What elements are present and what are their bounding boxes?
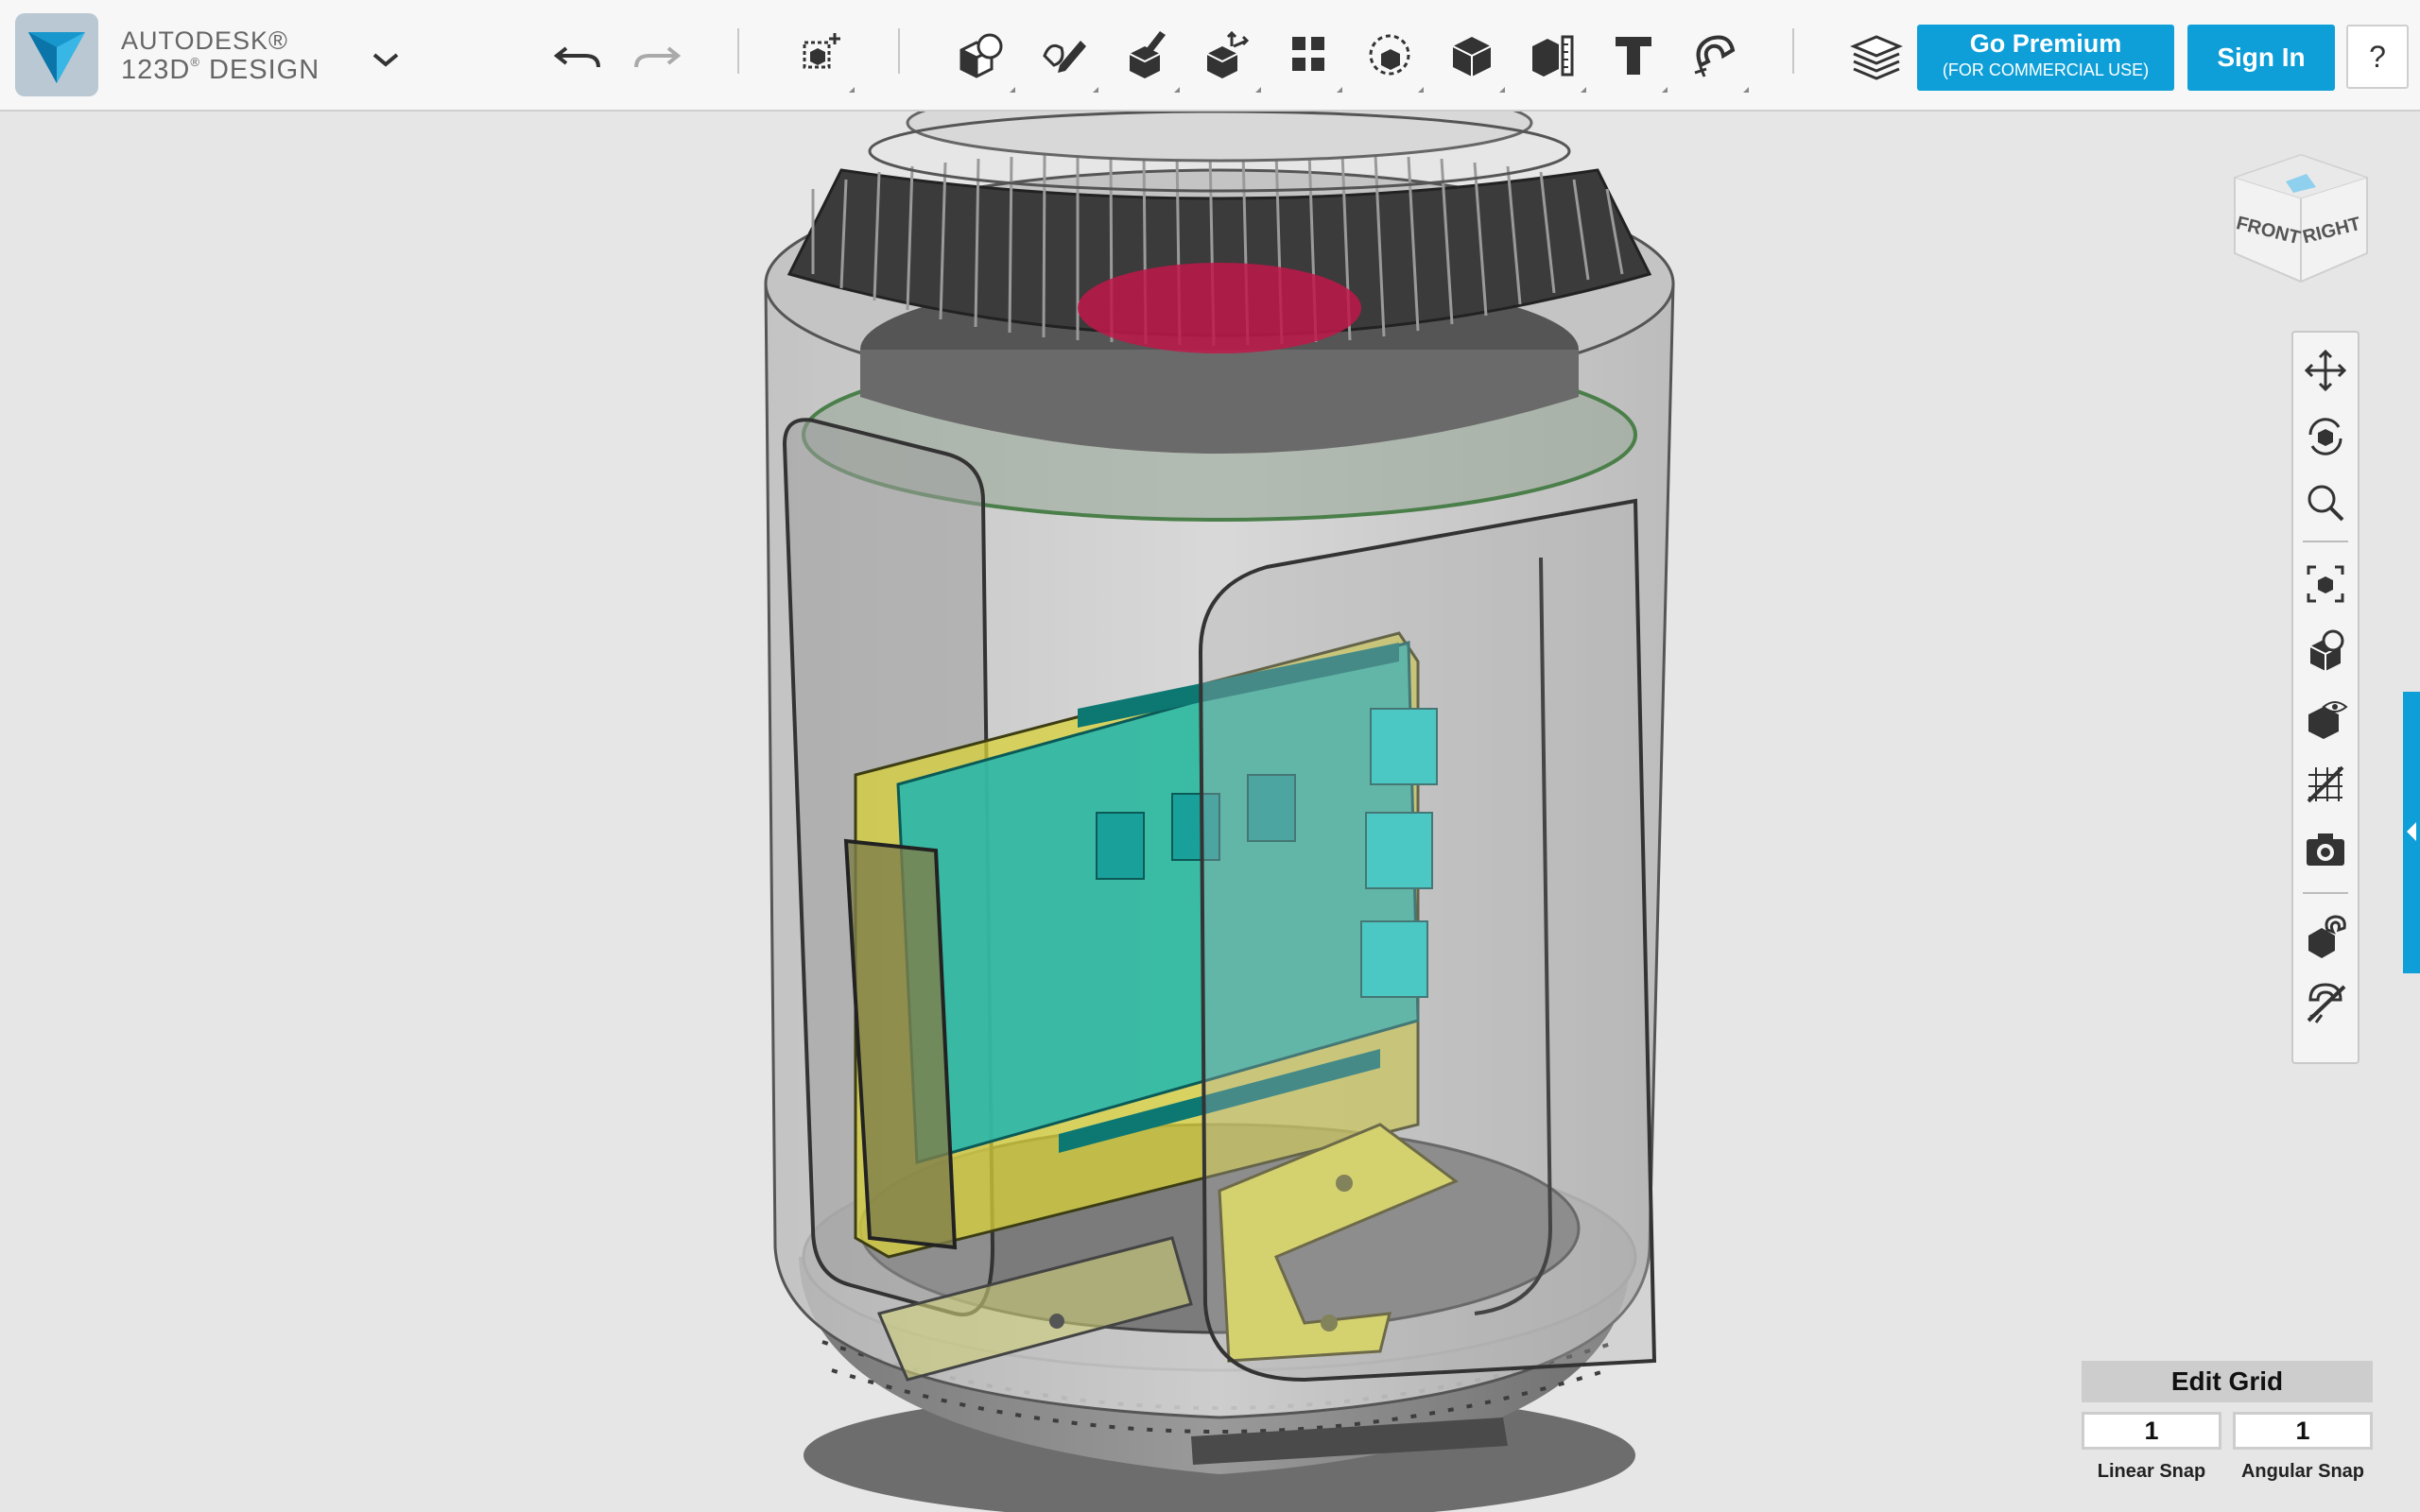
sign-in-button[interactable]: Sign In [2187, 25, 2335, 91]
pattern-icon[interactable] [1274, 21, 1342, 93]
linear-snap-input[interactable]: 1 [2082, 1412, 2221, 1450]
model-canvas[interactable] [0, 112, 2420, 1512]
primitives-icon[interactable] [947, 21, 1015, 93]
expand-panel-arrow-icon[interactable] [2407, 822, 2416, 841]
view-cube[interactable]: FRONT RIGHT [2225, 149, 2377, 291]
fit-icon[interactable] [2301, 559, 2350, 609]
materials-icon[interactable] [1841, 21, 1910, 89]
help-button[interactable]: ? [2346, 25, 2409, 89]
material-snap-icon[interactable] [2301, 911, 2350, 960]
undo-icon[interactable] [544, 21, 613, 89]
transform-icon[interactable] [786, 21, 855, 93]
toolbar-divider [898, 28, 900, 74]
snap-icon[interactable] [1681, 21, 1749, 93]
angular-snap-label: Angular Snap [2240, 1461, 2364, 1482]
go-premium-label: Go Premium [1969, 29, 2122, 58]
sketch-icon[interactable] [1030, 21, 1098, 93]
modify-icon[interactable] [1193, 21, 1261, 93]
brand-product-suffix: DESIGN [199, 55, 320, 85]
toolbar-divider [1792, 28, 1794, 74]
redo-icon [622, 21, 690, 89]
angular-snap-input[interactable]: 1 [2233, 1412, 2373, 1450]
brand-product-name: 123D [121, 55, 191, 85]
grouping-icon[interactable] [1356, 21, 1424, 93]
pan-icon[interactable] [2301, 346, 2350, 395]
measure-icon[interactable] [1518, 21, 1586, 93]
zoom-icon[interactable] [2301, 478, 2350, 527]
views-icon[interactable] [2301, 626, 2350, 675]
visibility-icon[interactable] [2301, 692, 2350, 741]
orbit-icon[interactable] [2301, 412, 2350, 461]
chevron-down-icon[interactable] [369, 49, 403, 72]
grid-toggle-icon[interactable] [2301, 758, 2350, 807]
edit-grid-button[interactable]: Edit Grid [2082, 1361, 2373, 1402]
navigation-bar [2291, 331, 2360, 1064]
toolbar-divider [737, 28, 739, 74]
go-premium-sublabel: (FOR COMMERCIAL USE) [1942, 60, 2150, 79]
go-premium-button[interactable]: Go Premium (FOR COMMERCIAL USE) [1917, 25, 2174, 91]
mac-pro-case-model[interactable] [764, 112, 1675, 1512]
nav-divider [2303, 541, 2348, 542]
linear-snap-label: Linear Snap [2097, 1461, 2206, 1482]
construct-icon[interactable] [1112, 21, 1180, 93]
top-toolbar: AUTODESK® 123D® DESIGN Go Premium (FOR C… [0, 0, 2420, 112]
brand-product: 123D® DESIGN [121, 55, 320, 86]
registered-mark: ® [190, 55, 200, 69]
combine-icon[interactable] [1437, 21, 1505, 93]
3d-viewport[interactable]: FRONT RIGHT [0, 112, 2420, 1512]
nav-divider [2303, 892, 2348, 894]
app-logo[interactable] [15, 13, 98, 96]
screenshot-icon[interactable] [2301, 824, 2350, 873]
brand-autodesk: AUTODESK® [121, 26, 288, 55]
hide-materials-icon[interactable] [2301, 977, 2350, 1026]
text-icon[interactable] [1599, 21, 1668, 93]
